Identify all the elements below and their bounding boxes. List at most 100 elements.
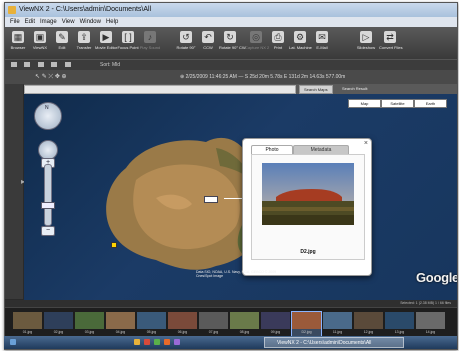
capture-icon: ◎ [250,31,262,43]
toolbar-button-play-sound[interactable]: ♪ Play Sound [139,30,161,57]
rotate-left-icon: ↺ [180,31,192,43]
map-pan-control[interactable]: N [34,102,62,130]
map-type-earth[interactable]: Earth [414,99,447,108]
chrome-icon[interactable] [144,339,150,345]
full-view-icon[interactable] [37,62,44,68]
grid-view-icon[interactable] [11,62,17,68]
toolbar-button-browser[interactable]: ▦ Browser [7,30,29,57]
filmstrip-item[interactable]: 13.jpg [385,312,414,338]
filmstrip-item[interactable]: 07.jpg [199,312,228,338]
photo-location-pin[interactable] [204,196,218,203]
toolbar-button-label: Print [273,45,283,50]
title-bar[interactable]: ViewNX 2 - C:\Users\admin\Documents\All [5,3,457,17]
photo-marker[interactable] [111,242,117,248]
menu-window[interactable]: Window [80,17,101,27]
toolbar-button-print[interactable]: ⎙ Print [267,30,289,57]
taskbar-viewnx-task[interactable]: ViewNX 2 - C:\Users\admin\Documents\All [264,337,404,348]
focus-icon: [ ] [122,31,134,43]
tab-photo[interactable]: Photo [251,145,293,154]
sound-icon: ♪ [144,31,156,43]
zoom-slider-knob[interactable] [41,202,55,209]
map-search-row: Search Maps Search Result: [24,84,457,94]
sort-dropdown[interactable]: Sort: Mld [100,60,120,70]
menu-help[interactable]: Help [106,17,118,27]
thumbnail-image [199,312,228,329]
filmstrip-item[interactable]: 12.jpg [354,312,383,338]
thumbnail-label: D2.jpg [301,330,312,334]
list-view-icon[interactable] [24,62,31,68]
map-view[interactable]: Search Maps Search Result: Map Satellite… [24,84,457,300]
filmstrip-item[interactable]: D2.jpg [291,311,322,339]
filter-icon[interactable] [64,62,71,68]
toolbar-button-label: CCW [203,45,213,50]
photo-frame: D2.jpg [251,154,365,260]
filmstrip-item[interactable]: 03.jpg [75,312,104,338]
mail-icon: ✉ [316,31,328,43]
toolbar-button-e-mail[interactable]: ✉ E-Mail [311,30,333,57]
thumbnail-label: 03.jpg [84,330,95,334]
app-window: ViewNX 2 - C:\Users\admin\Documents\All … [4,2,458,350]
filmstrip-item[interactable]: 05.jpg [137,312,166,338]
toolbar-button-ccw[interactable]: ↶ CCW [197,30,219,57]
zoom-out-button[interactable]: − [41,226,55,236]
toolbar-button-capture-nx-2[interactable]: ◎ Capture NX 2 [245,30,270,57]
toolbar-button-transfer[interactable]: ⇪ Transfer [73,30,95,57]
map-search-input[interactable] [24,85,296,94]
map-look-control[interactable] [38,140,58,160]
selection-status: Selected: 1 (2.38 MB) 1 / 66 files [400,301,451,305]
toolbar-button-label: E-Mail [316,45,328,50]
filmstrip-item[interactable]: 02.jpg [44,312,73,338]
thumbnail-image [13,312,42,329]
menu-view[interactable]: View [62,17,75,27]
main-toolbar: ▦ Browser ▣ ViewNX ✎ Edit ⇪ Transfer ▶ Movie Edit… [5,27,457,59]
convert-icon: ⇄ [384,31,396,43]
location-bar: ↖ ✎ ⤫ ✥ ⊕ ⊕ 2/25/2009 11:46:25 AM — S 25… [5,70,457,85]
tab-metadata[interactable]: Metadata [293,145,349,154]
toolbar-button-convert-files[interactable]: ⇄ Convert Files [379,30,403,57]
toolbar-button-rotate-90[interactable]: ↺ Rotate 90° [175,30,197,57]
filmstrip-item[interactable]: 11.jpg [323,312,352,338]
menu-image[interactable]: Image [40,17,57,27]
close-icon[interactable]: × [364,140,368,147]
uluru-photo-thumbnail[interactable] [262,163,354,225]
rotate-ccw-icon: ↶ [202,31,214,43]
map-view-icon[interactable] [51,62,58,68]
view-icon: ▣ [34,31,46,43]
toolbar-button-edit[interactable]: ✎ Edit [51,30,73,57]
app-icon-green[interactable] [154,339,160,345]
firefox-icon[interactable] [164,339,170,345]
left-panel-collapsed[interactable]: ▸ [5,84,25,299]
toolbar-button-lat-machine[interactable]: ⚙ Lat. Machine [289,30,312,57]
pointer-tools[interactable]: ↖ ✎ ⤫ ✥ ⊕ [35,74,67,80]
filmstrip-item[interactable]: 06.jpg [168,312,197,338]
zoom-slider-track[interactable] [44,164,52,226]
toolbar-button-label: Capture NX 2 [245,45,270,50]
view-toolbar: Sort: Mld [5,59,457,70]
start-orb-icon[interactable] [10,339,16,345]
thumbnail-label: 11.jpg [332,330,343,334]
menu-file[interactable]: File [10,17,20,27]
location-datetime: 2/25/2009 11:46:25 AM [185,74,237,80]
toolbar-button-label: ViewNX [32,45,48,50]
toolbar-button-rotate-90-cw[interactable]: ↻ Rotate 90° CW [219,30,246,57]
toolbar-button-movie-editor[interactable]: ▶ Movie Editor [95,30,117,57]
thumbnail-image [230,312,259,329]
map-type-satellite[interactable]: Satellite [381,99,414,108]
toolbar-button-slideshow[interactable]: ▷ Slideshow [355,30,377,57]
toolbar-button-viewnx[interactable]: ▣ ViewNX [29,30,51,57]
map-type-map[interactable]: Map [348,99,381,108]
thumbnail-label: 02.jpg [53,330,64,334]
filmstrip-item[interactable]: 08.jpg [230,312,259,338]
thumbnail-label: 07.jpg [208,330,219,334]
app-icon-purple[interactable] [174,339,180,345]
menu-edit[interactable]: Edit [25,17,35,27]
filmstrip-item[interactable]: 01.jpg [13,312,42,338]
toolbar-button-focus-point[interactable]: [ ] Focus Point [117,30,139,57]
search-maps-button[interactable]: Search Maps [299,85,333,94]
thumbnail-image [75,312,104,329]
filmstrip-item[interactable]: 14.jpg [416,312,445,338]
movie-icon: ▶ [100,31,112,43]
filmstrip-item[interactable]: 09.jpg [261,312,290,338]
filmstrip-item[interactable]: 04.jpg [106,312,135,338]
explorer-icon[interactable] [134,339,140,345]
